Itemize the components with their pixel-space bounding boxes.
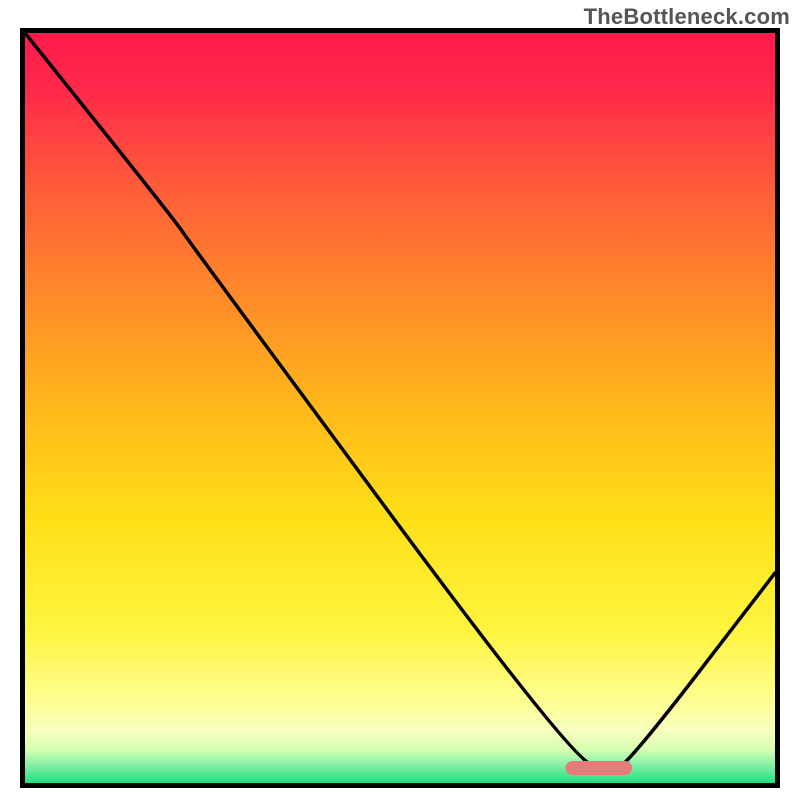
gradient-background: [25, 33, 775, 783]
watermark-text: TheBottleneck.com: [584, 4, 790, 30]
chart-frame: [20, 28, 780, 788]
chart-svg: [25, 33, 775, 783]
